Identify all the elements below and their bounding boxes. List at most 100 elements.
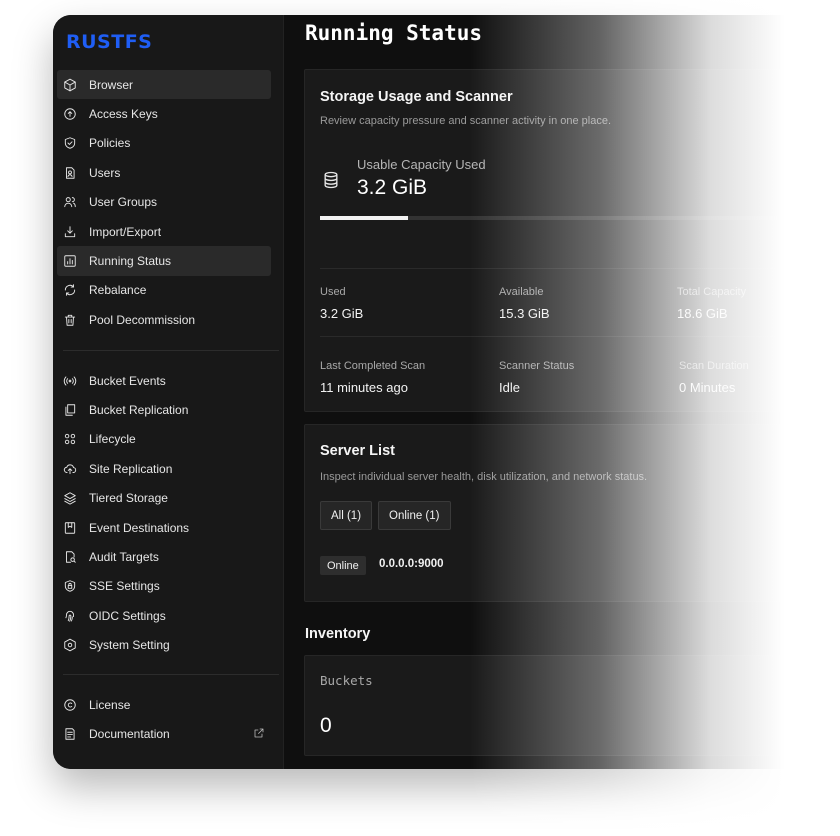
lifecycle-icon <box>63 432 77 446</box>
filter-all-button[interactable]: All (1) <box>320 501 373 530</box>
shield-lock-icon <box>63 579 77 593</box>
logo: RUSTFS <box>66 31 153 53</box>
bookmark-icon <box>63 521 77 535</box>
sidebar-item-label: Running Status <box>89 254 172 269</box>
cube-icon <box>63 78 77 92</box>
sidebar-item-audit-targets[interactable]: Audit Targets <box>57 542 271 571</box>
sidebar-item-pool-decommission[interactable]: Pool Decommission <box>57 305 271 334</box>
sidebar-item-label: Access Keys <box>89 107 158 122</box>
copyright-icon <box>63 698 77 712</box>
inventory-title: Inventory <box>305 626 371 642</box>
sidebar-item-label: Bucket Events <box>89 373 166 388</box>
sidebar-divider <box>63 350 279 351</box>
server-list-title: Server List <box>320 443 395 459</box>
divider <box>320 268 813 269</box>
sidebar-item-label: OIDC Settings <box>89 608 166 623</box>
sidebar-item-rebalance[interactable]: Rebalance <box>57 276 271 305</box>
cloud-upload-icon <box>63 462 77 476</box>
sidebar-item-import-export[interactable]: Import/Export <box>57 217 271 246</box>
sidebar-item-label: License <box>89 697 131 712</box>
divider <box>320 336 813 337</box>
sidebar-item-event-destinations[interactable]: Event Destinations <box>57 513 271 542</box>
buckets-label: Buckets <box>320 673 373 688</box>
layers-icon <box>63 491 77 505</box>
storage-card-subtitle: Review capacity pressure and scanner act… <box>320 115 612 127</box>
scanner-status-label: Scanner Status <box>499 360 575 372</box>
sidebar-item-label: SSE Settings <box>89 579 160 594</box>
sidebar-item-label: Audit Targets <box>89 550 159 565</box>
sidebar-item-tiered-storage[interactable]: Tiered Storage <box>57 484 271 513</box>
document-icon <box>63 727 77 741</box>
sidebar-item-label: Documentation <box>89 727 170 742</box>
sidebar-item-label: Import/Export <box>89 224 162 239</box>
last-scan-value: 11 minutes ago <box>320 380 408 395</box>
key-circle-icon <box>63 107 77 121</box>
download-tray-icon <box>63 225 77 239</box>
database-icon <box>321 170 341 190</box>
bar-chart-icon <box>63 254 77 268</box>
sidebar-item-label: System Setting <box>89 638 170 653</box>
refresh-icon <box>63 283 77 297</box>
sidebar: RUSTFS Browser Access Keys Policies User… <box>53 15 284 769</box>
app-window: RUSTFS Browser Access Keys Policies User… <box>53 15 813 769</box>
shield-check-icon <box>63 136 77 150</box>
stat-used-label: Used <box>320 286 346 298</box>
sidebar-item-user-groups[interactable]: User Groups <box>57 188 271 217</box>
fingerprint-icon <box>63 609 77 623</box>
sidebar-item-label: Tiered Storage <box>89 491 168 506</box>
sidebar-divider <box>63 674 279 675</box>
sidebar-item-policies[interactable]: Policies <box>57 129 271 158</box>
sidebar-item-label: Lifecycle <box>89 432 136 447</box>
scan-duration-label: Scan Duration <box>679 360 749 372</box>
capacity-label: Usable Capacity Used <box>357 157 486 172</box>
sidebar-item-bucket-events[interactable]: Bucket Events <box>57 366 271 395</box>
sidebar-item-running-status[interactable]: Running Status <box>57 246 271 276</box>
stat-total-value: 18.6 GiB <box>677 306 728 321</box>
sidebar-item-oidc-settings[interactable]: OIDC Settings <box>57 601 271 630</box>
sidebar-item-site-replication[interactable]: Site Replication <box>57 454 271 483</box>
sidebar-item-license[interactable]: License <box>57 690 271 719</box>
sidebar-item-label: User Groups <box>89 195 158 210</box>
sidebar-item-sse-settings[interactable]: SSE Settings <box>57 572 271 601</box>
sidebar-item-bucket-replication[interactable]: Bucket Replication <box>57 395 271 424</box>
sidebar-item-access-keys[interactable]: Access Keys <box>57 99 271 128</box>
broadcast-icon <box>63 374 77 388</box>
trash-icon <box>63 313 77 327</box>
hexagon-gear-icon <box>63 638 77 652</box>
inventory-buckets-card: Buckets 0 <box>304 655 813 756</box>
external-link-icon <box>253 727 265 739</box>
stat-available-label: Available <box>499 286 544 298</box>
scanner-status-value: Idle <box>499 380 520 395</box>
sidebar-item-label: Browser <box>89 77 134 92</box>
sidebar-item-label: Pool Decommission <box>89 312 196 327</box>
sidebar-item-users[interactable]: Users <box>57 158 271 187</box>
nav-primary: Browser Access Keys Policies Users User … <box>57 70 271 335</box>
filter-online-button[interactable]: Online (1) <box>378 501 451 530</box>
sidebar-item-documentation[interactable]: Documentation <box>57 719 271 748</box>
sidebar-item-label: Site Replication <box>89 461 173 476</box>
stat-available-value: 15.3 GiB <box>499 306 550 321</box>
sidebar-item-label: Rebalance <box>89 283 147 298</box>
sidebar-item-label: Policies <box>89 136 131 151</box>
buckets-value: 0 <box>320 714 332 737</box>
server-list-subtitle: Inspect individual server health, disk u… <box>320 471 648 483</box>
last-scan-label: Last Completed Scan <box>320 360 426 372</box>
capacity-value: 3.2 GiB <box>357 176 428 199</box>
server-address[interactable]: 0.0.0.0:9000 <box>379 558 444 570</box>
storage-card: Storage Usage and Scanner Review capacit… <box>304 69 813 412</box>
sidebar-item-label: Event Destinations <box>89 520 190 535</box>
sidebar-item-label: Bucket Replication <box>89 403 189 418</box>
sidebar-item-system-setting[interactable]: System Setting <box>57 631 271 660</box>
scan-duration-value: 0 Minutes <box>679 380 736 395</box>
storage-card-title: Storage Usage and Scanner <box>320 89 513 105</box>
sidebar-item-lifecycle[interactable]: Lifecycle <box>57 425 271 454</box>
copy-icon <box>63 403 77 417</box>
user-file-icon <box>63 166 77 180</box>
stat-total-label: Total Capacity <box>677 286 747 298</box>
sidebar-item-browser[interactable]: Browser <box>57 70 271 100</box>
main-content: Running Status Storage Usage and Scanner… <box>285 15 813 769</box>
status-badge: Online <box>320 556 366 575</box>
file-search-icon <box>63 550 77 564</box>
users-icon <box>63 195 77 209</box>
stat-used-value: 3.2 GiB <box>320 306 364 321</box>
